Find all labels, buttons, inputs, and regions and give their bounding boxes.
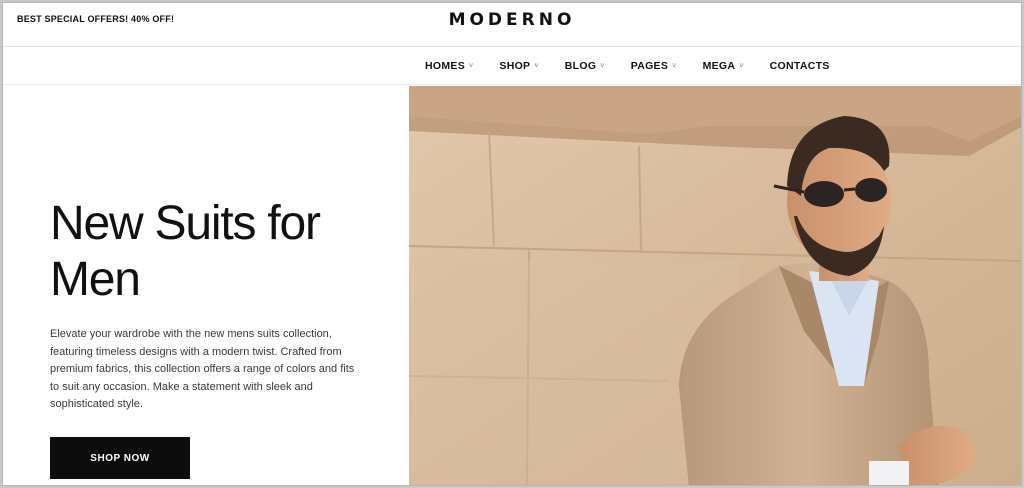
nav-item-shop[interactable]: SHOP ˅ [499, 60, 538, 72]
chevron-down-icon: ˅ [469, 62, 474, 70]
nav-item-label: PAGES [630, 60, 669, 72]
chevron-down-icon: ˅ [672, 62, 677, 70]
nav-item-label: HOMES [425, 60, 466, 72]
top-bar: BEST SPECIAL OFFERS! 40% OFF! MODERNO [3, 3, 1021, 47]
hero-title-line: Men [50, 253, 141, 306]
nav-item-mega[interactable]: MEGA ˅ [703, 60, 744, 72]
page-frame: BEST SPECIAL OFFERS! 40% OFF! MODERNO HO… [2, 2, 1022, 486]
nav-item-label: CONTACTS [769, 60, 830, 72]
nav-item-label: BLOG [564, 60, 597, 72]
main-nav: HOMES ˅ SHOP ˅ BLOG ˅ PAGES ˅ MEGA ˅ CON… [3, 47, 1021, 85]
nav-item-label: MEGA [702, 60, 736, 72]
nav-item-pages[interactable]: PAGES ˅ [631, 60, 677, 72]
hero-title: New Suits for Men [50, 196, 390, 308]
chevron-down-icon: ˅ [739, 62, 744, 70]
chevron-down-icon: ˅ [534, 62, 539, 70]
hero-photo-illustration [409, 86, 1021, 485]
shop-now-button[interactable]: SHOP NOW [50, 437, 190, 479]
nav-item-homes[interactable]: HOMES ˅ [425, 60, 473, 72]
nav-item-contacts[interactable]: CONTACTS [770, 60, 830, 72]
hero-description: Elevate your wardrobe with the new mens … [50, 328, 355, 410]
chevron-down-icon: ˅ [600, 62, 605, 70]
hero-text-panel: New Suits for Men Elevate your wardrobe … [3, 86, 409, 485]
nav-item-label: SHOP [499, 60, 531, 72]
logo[interactable]: MODERNO [3, 10, 1021, 30]
hero-image [409, 86, 1021, 485]
nav-item-blog[interactable]: BLOG ˅ [565, 60, 605, 72]
hero-title-line: New Suits for [50, 197, 321, 250]
